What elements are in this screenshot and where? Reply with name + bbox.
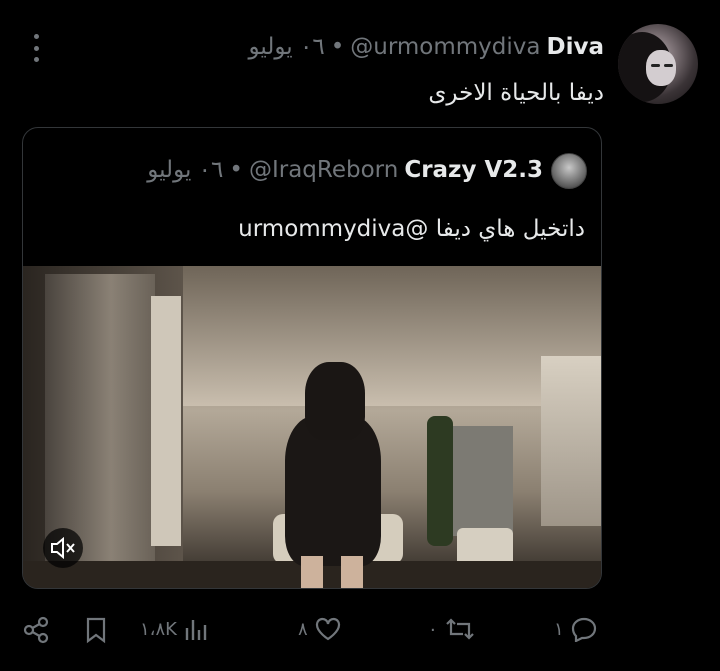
like-count: ٨	[298, 618, 308, 640]
reply-button[interactable]: ١	[554, 616, 598, 642]
like-icon	[315, 617, 340, 641]
quoted-date: ٠٦ يوليو	[147, 157, 224, 183]
reply-count: ١	[554, 618, 564, 640]
video-player[interactable]	[23, 266, 601, 588]
views-icon	[185, 620, 207, 640]
share-icon	[23, 616, 49, 644]
quoted-tweet-header: ٠٦ يوليو • @IraqReborn Crazy V2.3	[147, 155, 543, 185]
bookmark-icon	[86, 617, 106, 644]
quoted-tweet[interactable]: ٠٦ يوليو • @IraqReborn Crazy V2.3 داتخيل…	[22, 127, 602, 589]
quoted-text: داتخيل هاي ديفا @urmommydiva	[238, 216, 585, 242]
reply-icon	[571, 617, 596, 642]
tweet-text: ديفا بالحياة الاخرى	[428, 80, 604, 106]
tweet-date[interactable]: ٠٦ يوليو	[249, 34, 325, 60]
tweet-header: ٠٦ يوليو • @urmommydiva Diva	[249, 32, 604, 62]
author-handle[interactable]: @urmommydiva	[350, 34, 540, 60]
retweet-count: ٠	[428, 618, 438, 640]
quoted-author-avatar[interactable]	[551, 153, 587, 189]
author-avatar[interactable]	[618, 24, 698, 104]
more-icon[interactable]	[30, 34, 42, 62]
views-count: ١،٨K	[140, 618, 177, 640]
quoted-handle: @IraqReborn	[248, 157, 399, 183]
tweet-separator: •	[330, 34, 345, 60]
quoted-separator: •	[229, 157, 243, 183]
views-button[interactable]: ١،٨K	[140, 616, 207, 642]
retweet-icon	[445, 618, 474, 640]
retweet-button[interactable]: ٠	[428, 616, 476, 642]
like-button[interactable]: ٨	[298, 616, 342, 642]
bookmark-button[interactable]	[84, 616, 108, 644]
action-bar: ١،٨K ٨ ٠ ١	[0, 600, 720, 660]
quoted-name: Crazy V2.3	[404, 157, 543, 183]
mute-icon[interactable]	[43, 528, 83, 568]
share-button[interactable]	[22, 616, 50, 644]
author-name[interactable]: Diva	[547, 34, 605, 60]
